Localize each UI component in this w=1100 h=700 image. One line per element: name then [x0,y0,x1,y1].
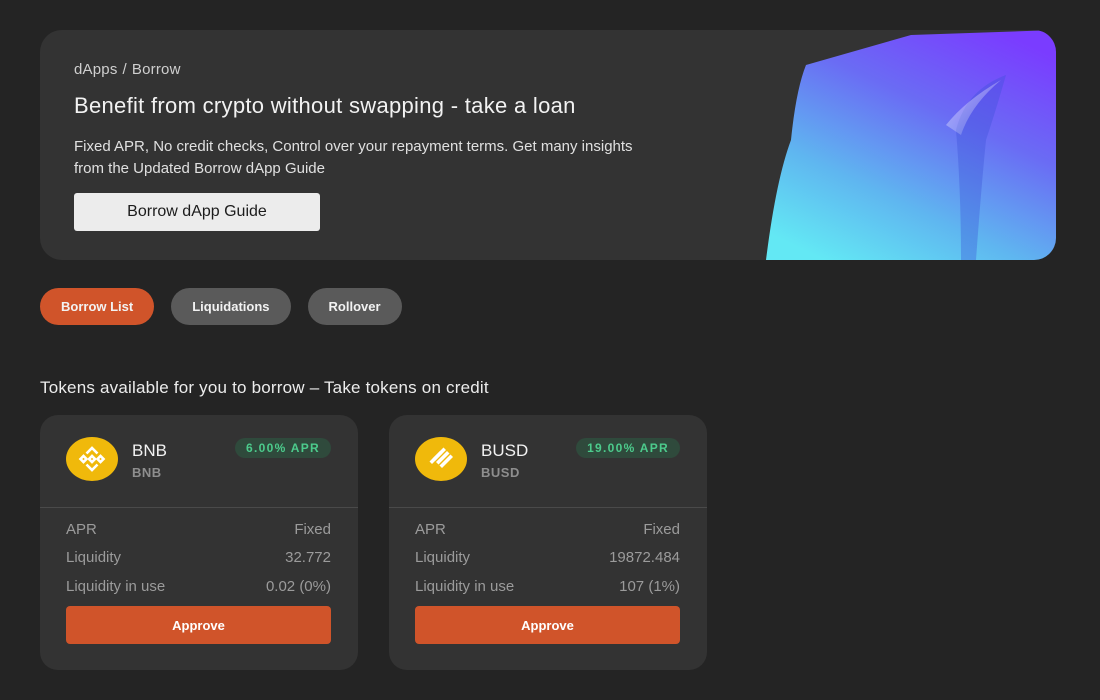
tab-bar: Borrow List Liquidations Rollover [40,288,402,325]
borrow-guide-button[interactable]: Borrow dApp Guide [74,193,320,231]
tab-borrow-list[interactable]: Borrow List [40,288,155,325]
section-title: Tokens available for you to borrow – Tak… [40,378,489,397]
hero-description: Fixed APR, No credit checks, Control ove… [74,138,633,177]
hero-banner: dApps / Borrow Benefit from crypto without… [40,30,1056,260]
busd-coin-icon [415,437,467,481]
card-divider [40,507,358,508]
apr-value: Fixed [294,521,331,538]
liquidity-in-use-label: Liquidity in use [415,578,515,595]
apr-row: APR Fixed [66,521,331,541]
liquidity-value: 32.772 [285,549,331,566]
liquidity-in-use-value: 0.02 (0%) [265,578,331,595]
liquidity-value: 19872.484 [609,549,680,566]
breadcrumb-separator: / [122,61,127,78]
token-subsymbol: BUSD [481,465,520,480]
liquidity-in-use-value: 107 (1%) [619,578,680,595]
apr-row: APR Fixed [415,521,680,541]
apr-label: APR [66,521,97,538]
card-divider [389,507,707,508]
breadcrumb-current: Borrow [131,61,181,78]
bnb-coin-icon [66,437,118,481]
apr-label: APR [415,521,446,538]
token-card-busd: BUSD BUSD 19.00% APR APR Fixed Liquidity… [389,415,707,670]
apr-value: Fixed [643,521,680,538]
token-symbol: BNB [132,441,167,460]
liquidity-row: Liquidity 19872.484 [415,549,680,569]
approve-button[interactable]: Approve [415,606,680,644]
hero-gradient-art [766,30,1056,260]
token-symbol: BUSD [481,441,529,460]
apr-badge: 6.00% APR [235,438,331,458]
breadcrumb-dapps-link[interactable]: dApps [74,61,118,78]
approve-button[interactable]: Approve [66,606,331,644]
liquidity-label: Liquidity [415,549,471,566]
liquidity-label: Liquidity [66,549,122,566]
tab-liquidations[interactable]: Liquidations [171,288,291,325]
token-card-bnb: BNB BNB 6.00% APR APR Fixed Liquidity 32… [40,415,358,670]
token-subsymbol: BNB [132,465,162,480]
apr-badge: 19.00% APR [576,438,680,458]
liquidity-in-use-row: Liquidity in use 107 (1%) [415,578,680,598]
breadcrumb: dApps / Borrow [74,61,181,78]
liquidity-in-use-label: Liquidity in use [66,578,166,595]
tab-rollover[interactable]: Rollover [307,288,402,325]
liquidity-row: Liquidity 32.772 [66,549,331,569]
page-title: Benefit from crypto without swapping - t… [74,93,576,118]
liquidity-in-use-row: Liquidity in use 0.02 (0%) [66,578,331,598]
